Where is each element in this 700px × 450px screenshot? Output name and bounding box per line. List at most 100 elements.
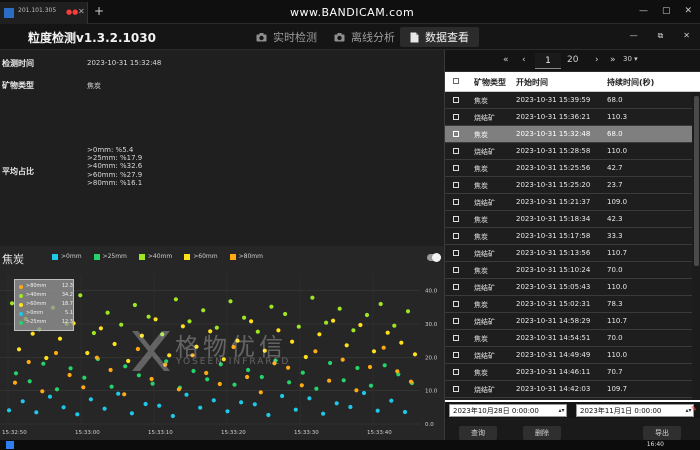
col-header-start[interactable]: 开始时间 [516, 77, 548, 88]
data-point[interactable] [375, 408, 380, 413]
data-point[interactable] [313, 349, 318, 354]
data-point[interactable] [337, 306, 342, 311]
data-point[interactable] [324, 320, 329, 325]
data-point[interactable] [53, 350, 59, 356]
data-point[interactable] [123, 364, 128, 369]
data-point[interactable] [143, 401, 148, 407]
data-point[interactable] [30, 331, 35, 336]
table-row[interactable]: 烧结矿 2023-10-31 15:21:37 109.0 [445, 194, 692, 211]
data-point[interactable] [293, 407, 298, 412]
delete-button[interactable]: 删除 [523, 426, 561, 440]
row-checkbox[interactable] [453, 131, 459, 137]
data-point[interactable] [85, 350, 90, 356]
col-header-duration[interactable]: 持续时间(秒) [607, 77, 654, 88]
data-point[interactable] [20, 399, 25, 404]
data-point[interactable] [116, 391, 121, 396]
data-point[interactable] [201, 308, 206, 313]
data-point[interactable] [378, 301, 383, 307]
data-point[interactable] [341, 378, 346, 383]
data-point[interactable] [6, 408, 12, 413]
table-row[interactable]: 焦炭 2023-10-31 15:32:48 68.0 [445, 126, 692, 143]
data-point[interactable] [112, 341, 117, 347]
tab-realtime[interactable]: 实时检测 [256, 27, 317, 47]
data-point[interactable] [364, 312, 370, 318]
start-icon[interactable] [6, 441, 14, 449]
app-close-button[interactable]: ✕ [683, 31, 690, 41]
table-row[interactable]: 烧结矿 2023-10-31 15:13:56 110.7 [445, 245, 692, 262]
data-point[interactable] [44, 355, 49, 361]
row-checkbox[interactable] [453, 233, 459, 239]
data-point[interactable] [334, 401, 339, 406]
data-point[interactable] [389, 398, 394, 403]
data-point[interactable] [258, 390, 263, 395]
data-point[interactable] [47, 394, 53, 399]
data-point[interactable] [119, 322, 124, 327]
table-row[interactable]: 烧结矿 2023-10-31 15:36:21 110.3 [445, 109, 692, 126]
table-row[interactable]: 焦炭 2023-10-31 15:25:20 23.7 [445, 177, 692, 194]
minimize-button[interactable]: — [639, 6, 648, 16]
data-point[interactable] [307, 396, 312, 401]
clear-date-icon[interactable]: ✎ [691, 405, 697, 413]
row-checkbox[interactable] [453, 335, 459, 341]
row-checkbox[interactable] [453, 369, 459, 375]
data-point[interactable] [303, 354, 308, 360]
data-point[interactable] [61, 405, 66, 410]
data-point[interactable] [150, 381, 155, 386]
data-point[interactable] [355, 365, 360, 371]
row-checkbox[interactable] [453, 199, 459, 205]
data-point[interactable] [328, 360, 333, 366]
data-point[interactable] [78, 293, 83, 298]
data-point[interactable] [16, 347, 22, 352]
data-point[interactable] [211, 398, 216, 403]
data-point[interactable] [129, 411, 134, 416]
data-point[interactable] [269, 304, 274, 309]
table-row[interactable]: 焦炭 2023-10-31 15:02:31 78.3 [445, 296, 692, 313]
tab-offline[interactable]: 离线分析 [334, 27, 395, 47]
data-point[interactable] [351, 328, 356, 333]
data-point[interactable] [82, 375, 87, 380]
data-point[interactable] [280, 393, 285, 399]
table-row[interactable]: 烧结矿 2023-10-31 14:58:29 110.7 [445, 313, 692, 330]
data-point[interactable] [12, 380, 18, 385]
data-point[interactable] [395, 369, 400, 374]
table-row[interactable]: 焦炭 2023-10-31 15:17:58 33.3 [445, 228, 692, 245]
data-point[interactable] [354, 388, 359, 393]
data-point[interactable] [371, 349, 377, 354]
row-checkbox[interactable] [453, 284, 459, 290]
row-checkbox[interactable] [453, 114, 459, 120]
data-point[interactable] [314, 386, 319, 391]
data-point[interactable] [146, 314, 151, 319]
data-point[interactable] [340, 357, 345, 362]
row-checkbox[interactable] [453, 216, 459, 222]
data-point[interactable] [392, 323, 397, 328]
table-row[interactable]: 烧结矿 2023-10-31 14:49:49 110.0 [445, 347, 692, 364]
row-checkbox[interactable] [453, 318, 459, 324]
data-point[interactable] [68, 366, 73, 371]
data-point[interactable] [81, 385, 86, 390]
row-checkbox[interactable] [453, 250, 459, 256]
data-point[interactable] [381, 345, 386, 350]
data-point[interactable] [331, 318, 336, 323]
data-point[interactable] [149, 376, 154, 382]
last-page-button[interactable]: » [610, 55, 616, 65]
data-point[interactable] [27, 379, 32, 384]
data-point[interactable] [412, 352, 418, 357]
col-header-type[interactable]: 矿物类型 [474, 77, 506, 88]
data-point[interactable] [310, 295, 315, 300]
data-point[interactable] [266, 412, 271, 418]
data-point[interactable] [239, 400, 244, 405]
data-point[interactable] [108, 367, 113, 373]
next-page-button[interactable]: › [595, 55, 599, 65]
page-number-input[interactable]: 1 [535, 53, 561, 69]
data-point[interactable] [132, 302, 137, 308]
prev-page-button[interactable]: ‹ [522, 55, 526, 65]
data-point[interactable] [173, 297, 178, 302]
data-point[interactable] [408, 379, 414, 384]
data-point[interactable] [40, 389, 45, 394]
data-point[interactable] [283, 311, 288, 317]
data-point[interactable] [217, 381, 222, 387]
data-point[interactable] [94, 355, 99, 360]
row-checkbox[interactable] [453, 165, 459, 171]
data-point[interactable] [344, 343, 349, 348]
table-row[interactable]: 焦炭 2023-10-31 14:46:11 70.7 [445, 364, 692, 381]
